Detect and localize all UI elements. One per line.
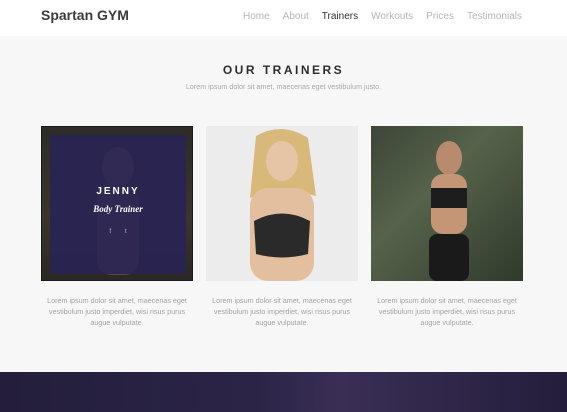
trainer-overlay: JENNY Body Trainer f t (50, 135, 186, 274)
nav-home[interactable]: Home (243, 11, 270, 22)
section-title: OUR TRAINERS (222, 63, 345, 77)
brand-logo[interactable]: Spartan GYM (41, 7, 129, 23)
nav-workouts[interactable]: Workouts (371, 11, 413, 22)
nav-testimonials[interactable]: Testimonials (467, 11, 522, 22)
trainer-silhouette-2 (250, 128, 316, 281)
trainer-description-1: Lorem ipsum dolor sit amet, maecenas ege… (47, 296, 187, 327)
trainer-description-3: Lorem ipsum dolor sit amet, maecenas ege… (377, 296, 517, 327)
nav-about[interactable]: About (283, 11, 309, 22)
section-subtitle: Lorem ipsum dolor sit amet, maecenas ege… (185, 82, 382, 91)
navbar: Spartan GYM Home About Trainers Workouts… (0, 0, 567, 36)
nav-prices[interactable]: Prices (426, 11, 454, 22)
trainer-description-2: Lorem ipsum dolor sit amet, maecenas ege… (212, 296, 352, 327)
main-nav: Home About Trainers Workouts Prices Test… (243, 11, 522, 22)
trainer-social: f t (50, 229, 186, 235)
trainer-role: Body Trainer (93, 204, 143, 214)
facebook-icon[interactable]: f (109, 229, 111, 235)
trainer-name: JENNY (96, 186, 140, 197)
trainer-silhouette-3 (429, 141, 469, 281)
twitter-icon[interactable]: t (125, 229, 127, 235)
trainer-photo-3[interactable] (371, 126, 523, 281)
next-section-band (0, 372, 567, 412)
nav-trainers[interactable]: Trainers (322, 11, 358, 22)
trainer-photo-2[interactable] (206, 126, 358, 281)
trainer-photo-1[interactable]: JENNY Body Trainer f t (41, 126, 193, 281)
